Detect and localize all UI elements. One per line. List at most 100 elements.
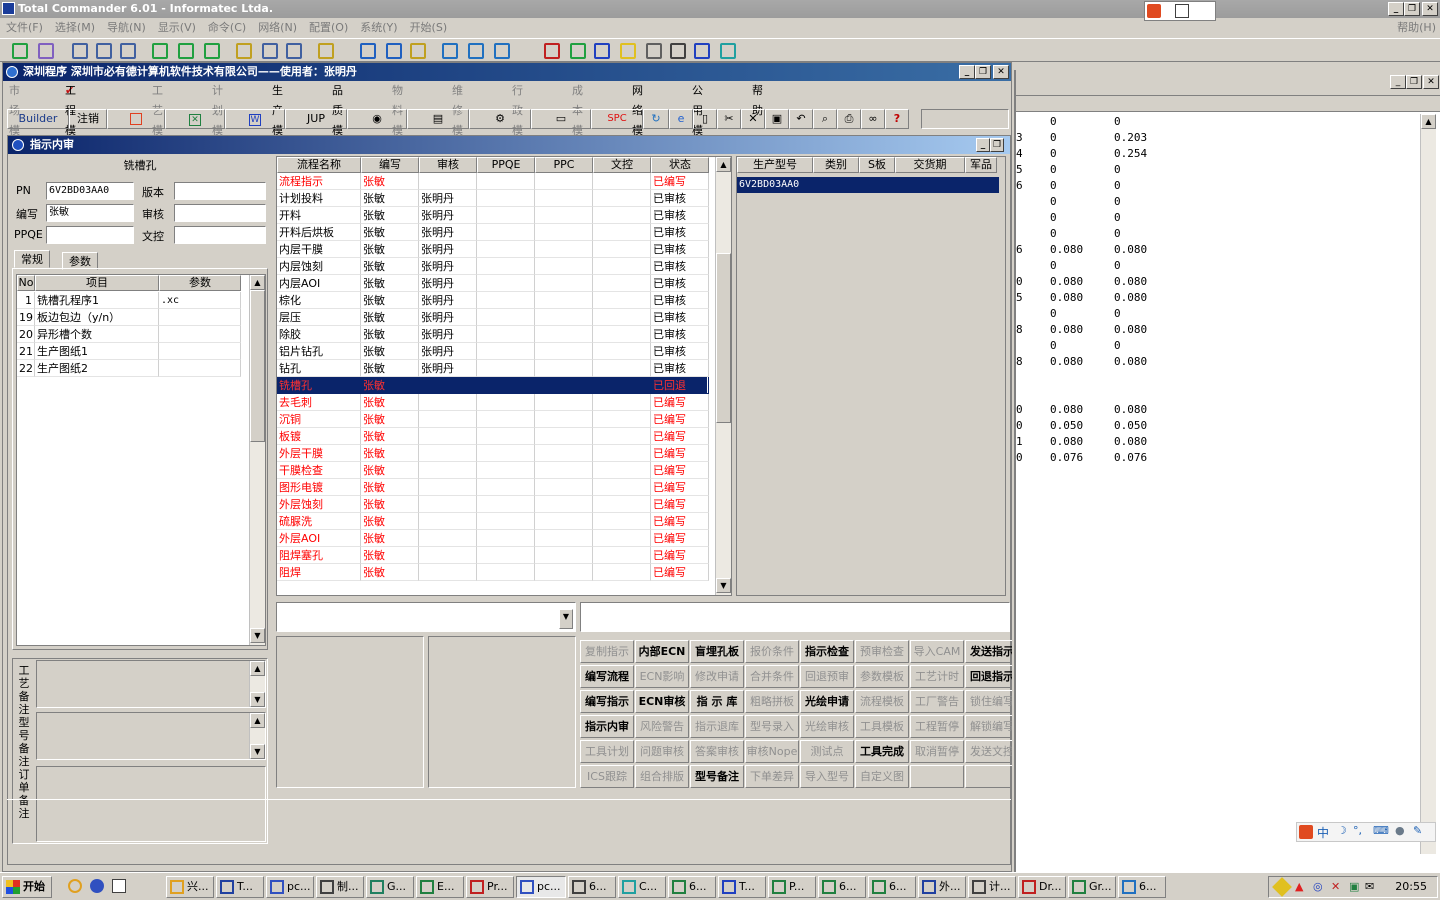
tc-toolbar-icon[interactable] <box>570 43 586 59</box>
flow-row[interactable]: 棕化 张敏 张明丹 已审核 <box>277 292 709 309</box>
taskbar-button[interactable]: C... <box>618 876 666 898</box>
sogou-icon[interactable] <box>1299 825 1313 839</box>
app-close-button[interactable]: ✕ <box>993 65 1009 79</box>
flow-row[interactable]: 内层蚀刻 张敏 张明丹 已审核 <box>277 258 709 275</box>
taskbar-button[interactable]: 计... <box>968 876 1016 898</box>
tc-toolbar-icon[interactable] <box>544 43 560 59</box>
flow-row[interactable]: 干膜检查 张敏 已编写 <box>277 462 709 479</box>
flow-scrollbar[interactable]: ▲ ▼ <box>715 157 731 595</box>
wrench-icon[interactable]: ✎ <box>1413 824 1422 837</box>
tc-toolbar-icon[interactable] <box>468 43 484 59</box>
scroll-up-arrow[interactable]: ▲ <box>1421 114 1436 129</box>
builder-button[interactable]: Builder <box>7 109 69 129</box>
flow-row[interactable]: 钻孔 张敏 张明丹 已审核 <box>277 360 709 377</box>
tc-toolbar-icon[interactable] <box>152 43 168 59</box>
flow-col-header[interactable]: 文控 <box>593 157 651 173</box>
tc-toolbar-icon[interactable] <box>620 43 636 59</box>
tc-toolbar-icon[interactable] <box>442 43 458 59</box>
tc-toolbar-icon[interactable] <box>646 43 662 59</box>
flow-row[interactable]: 阻焊塞孔 张敏 已编写 <box>277 547 709 564</box>
action-button[interactable]: 回退预审 <box>800 665 854 688</box>
action-button[interactable]: 复制指示 <box>580 640 634 663</box>
excel-button[interactable]: ✕ <box>165 109 225 129</box>
flow-row[interactable]: 外层AOI 张敏 已编写 <box>277 530 709 547</box>
flow-row[interactable]: 铝片钻孔 张敏 张明丹 已审核 <box>277 343 709 360</box>
action-button[interactable]: 解锁编写 <box>965 715 1012 738</box>
action-button[interactable]: 工厂警告 <box>910 690 964 713</box>
scroll-down-arrow[interactable]: ▼ <box>716 578 731 593</box>
action-button[interactable]: 编写流程 <box>580 665 634 688</box>
action-button[interactable]: 导入型号 <box>800 765 854 788</box>
flow-row[interactable]: 阻焊 张敏 已编写 <box>277 564 709 581</box>
taskbar-button[interactable]: E... <box>416 876 464 898</box>
viewer-content[interactable]: 0 0 3 0 0.203 4 0 0.254 5 0 0 6 0 0 0 0 0 0 0 0 6 0.080 0.080 0… <box>1016 114 1178 466</box>
spc-button[interactable]: SPC <box>591 109 643 129</box>
tray-ring-icon[interactable]: ◎ <box>1313 880 1323 893</box>
action-button[interactable]: 光绘审核 <box>800 715 854 738</box>
flow-col-header[interactable]: 状态 <box>651 157 709 173</box>
action-button[interactable]: ECN影响 <box>635 665 689 688</box>
flow-row[interactable]: 内层干膜 张敏 张明丹 已审核 <box>277 241 709 258</box>
action-button[interactable]: 型号备注 <box>690 765 744 788</box>
flow-col-header[interactable]: PPQE <box>477 157 535 173</box>
flow-row[interactable]: 层压 张敏 张明丹 已审核 <box>277 309 709 326</box>
cut-button[interactable]: ✂ <box>717 109 741 129</box>
tc-toolbar-icon[interactable] <box>12 43 28 59</box>
tc-menu-item[interactable]: 命令(C) <box>208 18 246 38</box>
note-scrollbar[interactable]: ▲ ▼ <box>249 713 265 759</box>
action-button[interactable]: 工艺计时 <box>910 665 964 688</box>
flow-row[interactable]: 流程指示 张敏 已编写 <box>277 173 709 190</box>
action-button[interactable]: 审核Nope <box>745 740 799 763</box>
tc-toolbar-icon[interactable] <box>178 43 194 59</box>
tc-toolbar-icon[interactable] <box>360 43 376 59</box>
undo-button[interactable]: ↶ <box>789 109 813 129</box>
tc-toolbar-icon[interactable] <box>720 43 736 59</box>
action-button[interactable]: 工程暂停 <box>910 715 964 738</box>
action-button[interactable]: 发送指示 <box>965 640 1012 663</box>
action-button[interactable]: 自定义图 <box>855 765 909 788</box>
action-button[interactable]: ECN审核 <box>635 690 689 713</box>
action-button[interactable]: 修改申请 <box>690 665 744 688</box>
taskbar-button[interactable]: 外... <box>918 876 966 898</box>
flow-row[interactable]: 外层干膜 张敏 已编写 <box>277 445 709 462</box>
minimize-button[interactable]: _ <box>1388 2 1404 16</box>
param-row[interactable]: 19 板边包边（y/n） <box>17 309 249 326</box>
new-button[interactable]: ▯ <box>693 109 717 129</box>
viewer-scrollbar[interactable]: ▲ <box>1420 114 1436 854</box>
action-button[interactable]: 粗略拼板 <box>745 690 799 713</box>
action-button[interactable]: 指示内审 <box>580 715 634 738</box>
action-button[interactable]: 答案审核 <box>690 740 744 763</box>
tc-toolbar-icon[interactable] <box>318 43 334 59</box>
tray-mail-icon[interactable]: ✉ <box>1365 880 1374 893</box>
sogou-icon[interactable] <box>1147 4 1161 18</box>
clock[interactable]: 20:55 <box>1395 877 1427 897</box>
taskbar-button[interactable]: Dr... <box>1018 876 1066 898</box>
flow-row[interactable]: 开料 张敏 张明丹 已审核 <box>277 207 709 224</box>
scroll-up-arrow[interactable]: ▲ <box>250 275 265 290</box>
tc-toolbar-icon[interactable] <box>594 43 610 59</box>
taskbar-button[interactable]: G... <box>366 876 414 898</box>
action-button[interactable]: 编写指示 <box>580 690 634 713</box>
action-button[interactable]: 取消暂停 <box>910 740 964 763</box>
flow-row[interactable]: 计划投料 张敏 张明丹 已审核 <box>277 190 709 207</box>
note-scrollbar[interactable]: ▲ ▼ <box>249 661 265 707</box>
flow-col-header[interactable]: PPC <box>535 157 593 173</box>
network-button[interactable]: ⚙ <box>469 109 531 129</box>
taskbar-button[interactable]: 制... <box>316 876 364 898</box>
action-button[interactable]: 工具完成 <box>855 740 909 763</box>
action-button[interactable]: 测试点 <box>800 740 854 763</box>
start-button[interactable]: 开始 <box>2 876 52 898</box>
action-button[interactable]: 发送文控 <box>965 740 1012 763</box>
scroll-thumb[interactable] <box>250 290 265 442</box>
action-button[interactable] <box>910 765 964 788</box>
taskbar-button[interactable]: pc... <box>516 876 566 898</box>
preview-button[interactable]: ⌕ <box>813 109 837 129</box>
tc-toolbar-icon[interactable] <box>494 43 510 59</box>
taskbar-button[interactable]: 兴... <box>166 876 214 898</box>
action-button[interactable]: 组合排版 <box>635 765 689 788</box>
find-button[interactable]: ∞ <box>861 109 885 129</box>
tc-menu-item[interactable]: 配置(O) <box>309 18 348 38</box>
taskbar-button[interactable]: 6... <box>668 876 716 898</box>
scroll-thumb[interactable] <box>716 253 731 423</box>
editor-field[interactable]: 张敏 <box>46 204 134 222</box>
